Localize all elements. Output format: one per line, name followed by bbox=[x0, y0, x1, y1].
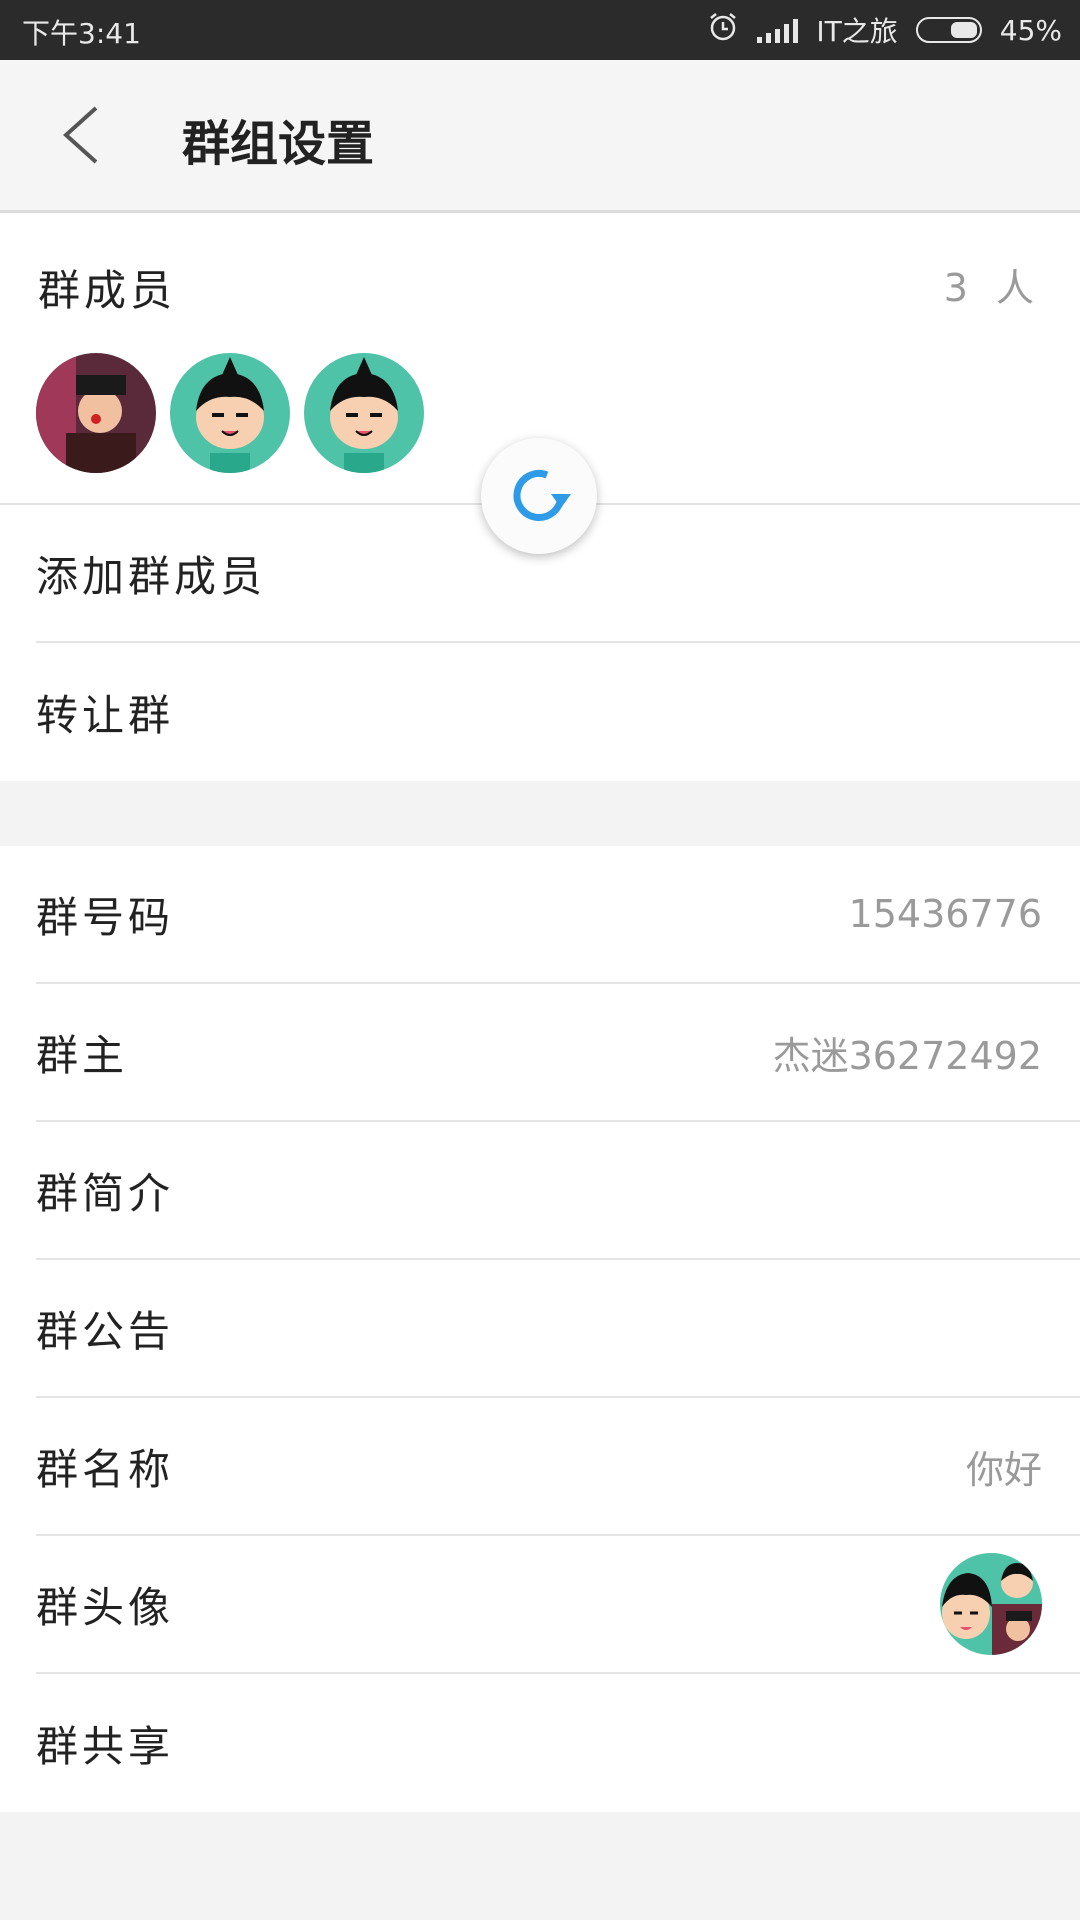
battery-icon bbox=[915, 17, 982, 43]
group-number-label: 群号码 bbox=[36, 892, 175, 942]
group-name-value: 你好 bbox=[965, 1447, 1042, 1492]
members-label: 群成员 bbox=[38, 266, 177, 315]
add-member-label: 添加群成员 bbox=[36, 551, 267, 601]
battery-percent: 45% bbox=[999, 13, 1062, 47]
group-owner-label: 群主 bbox=[36, 1030, 129, 1080]
alarm-icon bbox=[707, 11, 739, 50]
member-avatars bbox=[36, 353, 424, 473]
group-notice-row[interactable]: 群公告 bbox=[36, 1260, 1080, 1398]
chevron-left-icon bbox=[63, 106, 98, 164]
status-time: 下午3:41 bbox=[22, 17, 141, 50]
group-share-label: 群共享 bbox=[36, 1721, 175, 1771]
group-intro-row[interactable]: 群简介 bbox=[36, 1122, 1080, 1260]
members-count: 3 人 bbox=[943, 266, 1042, 310]
refresh-button[interactable] bbox=[481, 438, 597, 554]
carrier-name: IT之旅 bbox=[816, 15, 898, 48]
group-avatar-label: 群头像 bbox=[36, 1582, 175, 1632]
group-intro-label: 群简介 bbox=[36, 1168, 175, 1218]
group-share-row[interactable]: 群共享 bbox=[36, 1674, 1080, 1812]
app-header: 群组设置 bbox=[0, 60, 1080, 213]
group-info-section: 群号码 15436776 群主 杰迷36272492 群简介 群公告 群名称 你… bbox=[0, 846, 1080, 1812]
group-number-value: 15436776 bbox=[848, 892, 1042, 936]
group-avatar bbox=[940, 1553, 1042, 1655]
transfer-group-row[interactable]: 转让群 bbox=[36, 643, 1080, 781]
group-notice-label: 群公告 bbox=[36, 1306, 175, 1356]
status-bar: 下午3:41 IT之旅 45% bbox=[0, 0, 1080, 60]
photo-avatar[interactable] bbox=[36, 353, 156, 473]
refresh-icon bbox=[513, 470, 571, 521]
back-button[interactable] bbox=[52, 100, 122, 170]
group-avatar-row[interactable]: 群头像 bbox=[36, 1536, 1080, 1674]
group-owner-row[interactable]: 群主 杰迷36272492 bbox=[36, 984, 1080, 1122]
group-owner-value: 杰迷36272492 bbox=[772, 1033, 1042, 1078]
group-name-label: 群名称 bbox=[36, 1444, 175, 1494]
cartoon-boy-avatar[interactable] bbox=[170, 353, 290, 473]
signal-icon bbox=[757, 17, 799, 43]
cartoon-boy-avatar[interactable] bbox=[304, 353, 424, 473]
group-name-row[interactable]: 群名称 你好 bbox=[36, 1398, 1080, 1536]
transfer-group-label: 转让群 bbox=[36, 690, 175, 740]
group-number-row[interactable]: 群号码 15436776 bbox=[36, 846, 1080, 984]
page-title: 群组设置 bbox=[182, 116, 375, 172]
